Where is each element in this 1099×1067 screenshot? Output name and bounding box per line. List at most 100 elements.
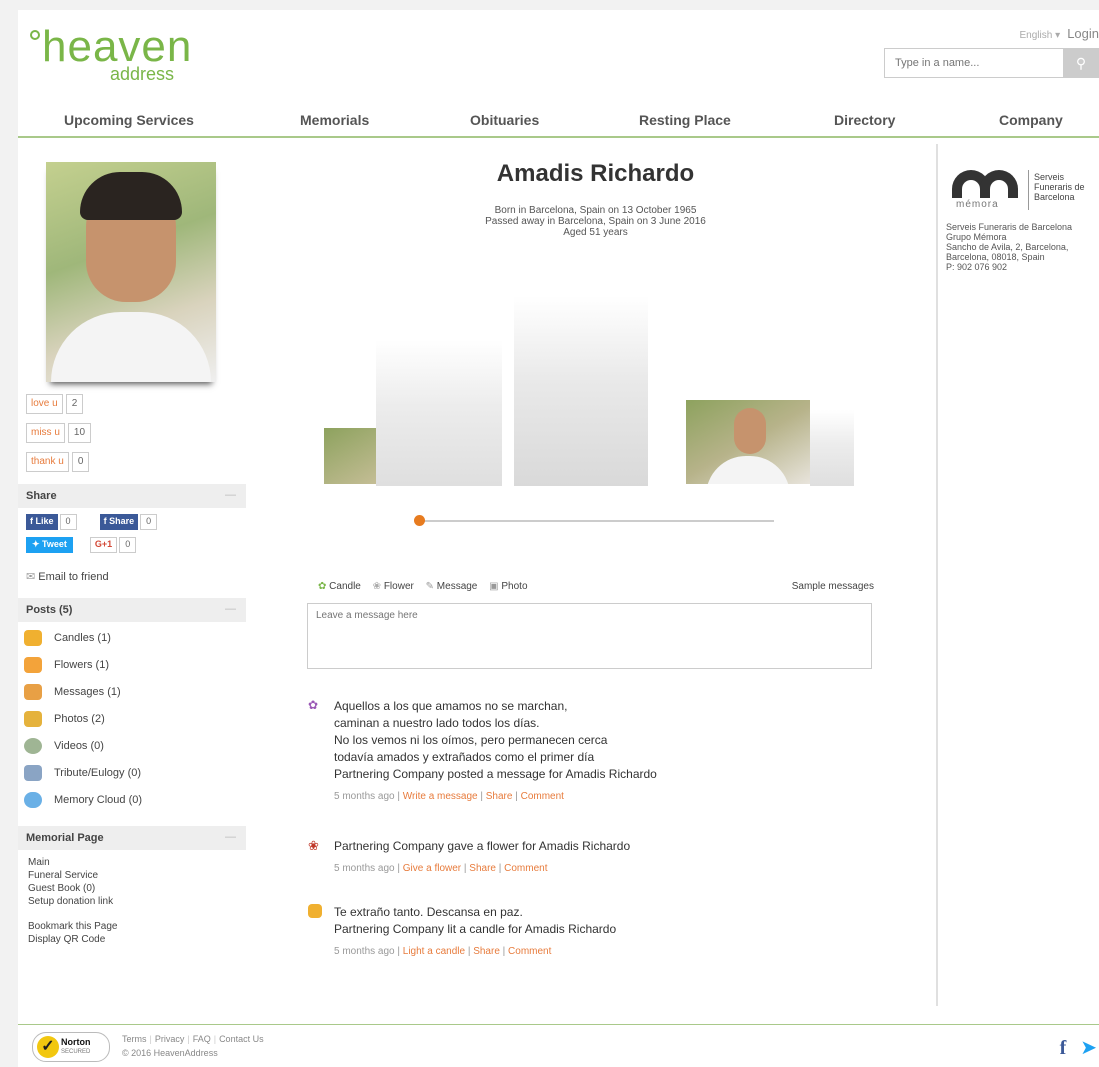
check-icon: ✓	[37, 1036, 59, 1058]
gplus-count: 0	[119, 537, 137, 553]
norton-badge[interactable]: ✓ Norton SECURED	[32, 1032, 110, 1062]
footer-privacy[interactable]: Privacy	[155, 1034, 185, 1044]
message-tabs: ✿ Candle ❀ Flower ✎ Message ▣ Photo Samp…	[318, 581, 874, 592]
tab-message[interactable]: ✎ Message	[426, 581, 478, 592]
share-link[interactable]: Share	[469, 863, 496, 874]
share-link[interactable]: Share	[486, 791, 513, 802]
flower-icon: ❀	[308, 838, 319, 853]
envelope-icon: ✉	[26, 571, 36, 583]
candle-icon	[24, 630, 42, 646]
tab-candle[interactable]: ✿ Candle	[318, 581, 361, 592]
feed-meta: 5 months ago | Light a candle | Share | …	[334, 946, 552, 957]
link-qr-code[interactable]: Display QR Code	[28, 933, 118, 946]
logo-dot-icon	[30, 30, 40, 40]
gallery-panel	[376, 340, 502, 486]
nav-resting-place[interactable]: Resting Place	[639, 112, 731, 128]
posts-heading: Posts (5) —	[18, 598, 246, 622]
message-icon: ✿	[308, 698, 319, 712]
gallery-slider-track[interactable]	[420, 520, 774, 522]
like-count: 0	[59, 514, 77, 530]
heavenaddress-logo[interactable]: heaven address	[30, 22, 191, 84]
flower-icon	[24, 657, 42, 673]
gallery-photo[interactable]	[686, 400, 810, 484]
facebook-like-button[interactable]: f Like	[26, 514, 58, 530]
candle-icon	[308, 904, 322, 918]
nav-obituaries[interactable]: Obituaries	[470, 112, 539, 128]
flower-icon: ❀	[372, 581, 382, 592]
memora-m-icon	[952, 170, 1022, 200]
main-nav: Upcoming Services Memorials Obituaries R…	[18, 110, 1099, 138]
photo-icon: ▣	[489, 581, 499, 592]
born-text: Born in Barcelona, Spain on 13 October 1…	[494, 205, 697, 216]
comment-link[interactable]: Comment	[504, 863, 547, 874]
tribute-icon	[24, 765, 42, 781]
facebook-share-button[interactable]: f Share	[99, 514, 139, 530]
comment-link[interactable]: Comment	[508, 946, 551, 957]
feed-meta: 5 months ago | Give a flower | Share | C…	[334, 863, 548, 874]
feed-meta: 5 months ago | Write a message | Share |…	[334, 791, 564, 802]
facebook-icon[interactable]: f	[1060, 1037, 1067, 1059]
love-button[interactable]: love u	[26, 394, 63, 414]
candle-icon: ✿	[318, 581, 327, 592]
posts-item-photos[interactable]: Photos (2)	[24, 711, 244, 738]
search-input[interactable]	[884, 48, 1064, 78]
love-count: 2	[65, 394, 84, 414]
logo-sub: address	[110, 64, 175, 84]
nav-directory[interactable]: Directory	[834, 112, 895, 128]
message-input[interactable]	[307, 603, 872, 669]
miss-button[interactable]: miss u	[26, 423, 65, 443]
search-button[interactable]: ⚲	[1063, 48, 1099, 78]
posts-item-tribute[interactable]: Tribute/Eulogy (0)	[24, 765, 244, 792]
nav-upcoming-services[interactable]: Upcoming Services	[64, 112, 194, 128]
language-selector[interactable]: English ▾	[1020, 30, 1061, 41]
posts-item-flowers[interactable]: Flowers (1)	[24, 657, 244, 684]
link-funeral-service[interactable]: Funeral Service	[28, 869, 118, 882]
passed-text: Passed away in Barcelona, Spain on 3 Jun…	[485, 216, 706, 227]
posts-item-memory-cloud[interactable]: Memory Cloud (0)	[24, 792, 244, 819]
thank-button[interactable]: thank u	[26, 452, 69, 472]
memorial-page-links: Main Funeral Service Guest Book (0) Setu…	[28, 856, 118, 946]
footer-divider	[18, 1024, 1099, 1025]
link-guest-book[interactable]: Guest Book (0)	[28, 882, 118, 895]
share-heading: Share —	[18, 484, 246, 508]
email-friend-link[interactable]: ✉ Email to friend	[26, 570, 109, 583]
feed-item: Te extraño tanto. Descansa en paz. Partn…	[308, 904, 868, 957]
give-flower-link[interactable]: Give a flower	[403, 863, 461, 874]
reaction-love: love u2	[26, 394, 84, 414]
feed-item: ✿ Aquellos a los que amamos no se marcha…	[308, 698, 868, 818]
light-candle-link[interactable]: Light a candle	[403, 946, 465, 957]
gallery-thumbnail[interactable]	[324, 428, 376, 484]
gallery-panel	[810, 410, 854, 486]
message-icon	[24, 684, 42, 700]
nav-company[interactable]: Company	[999, 112, 1063, 128]
comment-link[interactable]: Comment	[521, 791, 564, 802]
share-link[interactable]: Share	[473, 946, 500, 957]
footer-faq[interactable]: FAQ	[193, 1034, 211, 1044]
memorial-bio: Born in Barcelona, Spain on 13 October 1…	[418, 205, 773, 238]
twitter-icon[interactable]: ➤	[1080, 1037, 1097, 1059]
sample-messages-link[interactable]: Sample messages	[792, 581, 874, 592]
write-message-link[interactable]: Write a message	[403, 791, 478, 802]
footer-contact[interactable]: Contact Us	[219, 1034, 264, 1044]
share-count: 0	[140, 514, 158, 530]
posts-item-candles[interactable]: Candles (1)	[24, 630, 244, 657]
tab-photo[interactable]: ▣ Photo	[489, 581, 527, 592]
cloud-icon	[24, 792, 42, 808]
link-setup-donation[interactable]: Setup donation link	[28, 895, 118, 908]
memora-logo[interactable]: mémora Serveis Funeraris de Barcelona	[952, 170, 1099, 214]
gplus-button[interactable]: G+1	[89, 537, 118, 553]
photo-gallery[interactable]	[324, 296, 864, 576]
footer-terms[interactable]: Terms	[122, 1034, 147, 1044]
posts-item-messages[interactable]: Messages (1)	[24, 684, 244, 711]
funeral-home-panel: mémora Serveis Funeraris de Barcelona Se…	[936, 144, 1099, 1006]
tab-flower[interactable]: ❀ Flower	[373, 581, 414, 592]
tweet-button[interactable]: ✦ Tweet	[26, 537, 73, 553]
posts-item-videos[interactable]: Videos (0)	[24, 738, 244, 765]
nav-memorials[interactable]: Memorials	[300, 112, 369, 128]
memorial-page-heading: Memorial Page —	[18, 826, 246, 850]
link-bookmark[interactable]: Bookmark this Page	[28, 920, 118, 933]
login-link[interactable]: Login	[1067, 26, 1099, 41]
link-main[interactable]: Main	[28, 856, 118, 869]
funeral-home-info: Serveis Funeraris de Barcelona Grupo Mém…	[946, 222, 1073, 272]
gallery-slider-handle[interactable]	[414, 515, 425, 526]
